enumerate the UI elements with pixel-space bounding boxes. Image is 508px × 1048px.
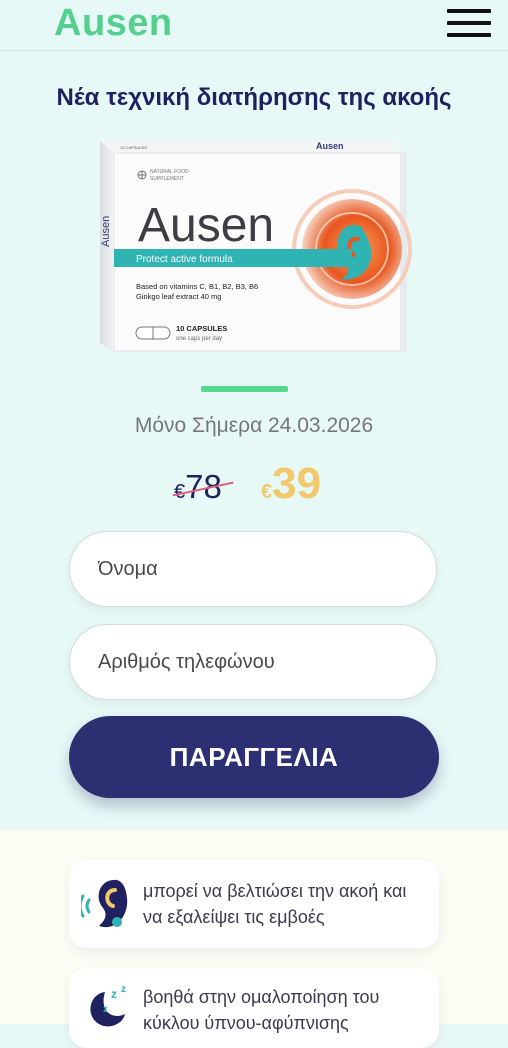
old-price: €78 <box>172 468 234 506</box>
ear-sound-icon <box>81 879 128 928</box>
offer-date-text: Μόνο Σήμερα 24.03.2026 <box>134 414 374 437</box>
new-price: €39 <box>261 459 321 509</box>
top-bar: Ausen <box>0 0 508 51</box>
box-top-caps: 10 CAPSULES <box>120 145 147 150</box>
benefit-card: μπορεί να βελτιώσει την ακοή και να εξαλ… <box>69 860 439 948</box>
new-price-value: 39 <box>272 459 322 508</box>
new-price-currency: € <box>261 481 273 503</box>
capsule-icon <box>135 326 171 340</box>
name-input[interactable] <box>70 532 436 606</box>
benefits-section: μπορεί να βελτιώσει την ακοή και να εξαλ… <box>0 830 508 1048</box>
badge-line-2: SUPPLEMENT <box>150 176 184 182</box>
site-logo[interactable]: Ausen <box>54 2 173 45</box>
svg-text:z: z <box>111 987 117 1001</box>
svg-text:z: z <box>121 984 126 995</box>
box-capsules: 10 CAPSULES <box>176 324 227 333</box>
product-box-image: Ausen 10 CAPSULES Ausen NATURAL FOOD SUP… <box>100 141 412 352</box>
order-button[interactable]: ΠΑΡΑΓΓΕΛΙΑ <box>69 716 439 798</box>
page-headline: Νέα τεχνική διατήρησης της ακοής <box>56 84 452 111</box>
phone-input[interactable] <box>70 625 436 699</box>
box-ginkgo: Ginkgo leaf extract 40 mg <box>136 292 221 301</box>
phone-field-container <box>69 624 437 700</box>
box-dosage: one caps per day <box>176 336 222 342</box>
box-top-brand: Ausen <box>316 141 344 151</box>
name-field-container <box>69 531 437 607</box>
badge-line-1: NATURAL FOOD <box>150 169 189 175</box>
benefit-card: z z z βοηθά στην ομαλοποίηση του κύκλου … <box>69 968 439 1048</box>
sleep-moon-icon: z z z <box>90 984 126 1027</box>
benefit-text: βοηθά στην ομαλοποίηση του κύκλου ύπνου-… <box>143 987 380 1033</box>
svg-text:z: z <box>103 1004 108 1014</box>
hamburger-menu-icon[interactable] <box>447 9 491 37</box>
natural-badge-icon <box>137 170 147 180</box>
box-tagline: Protect active formula <box>136 254 233 265</box>
benefit-text: μπορεί να βελτιώσει την ακοή και να εξαλ… <box>143 881 407 927</box>
box-side-brand: Ausen <box>100 216 112 247</box>
box-vitamins: Based on vitamins C, B1, B2, B3, B6 <box>136 282 258 291</box>
box-brand: Ausen <box>138 199 274 252</box>
divider-accent <box>201 386 288 392</box>
